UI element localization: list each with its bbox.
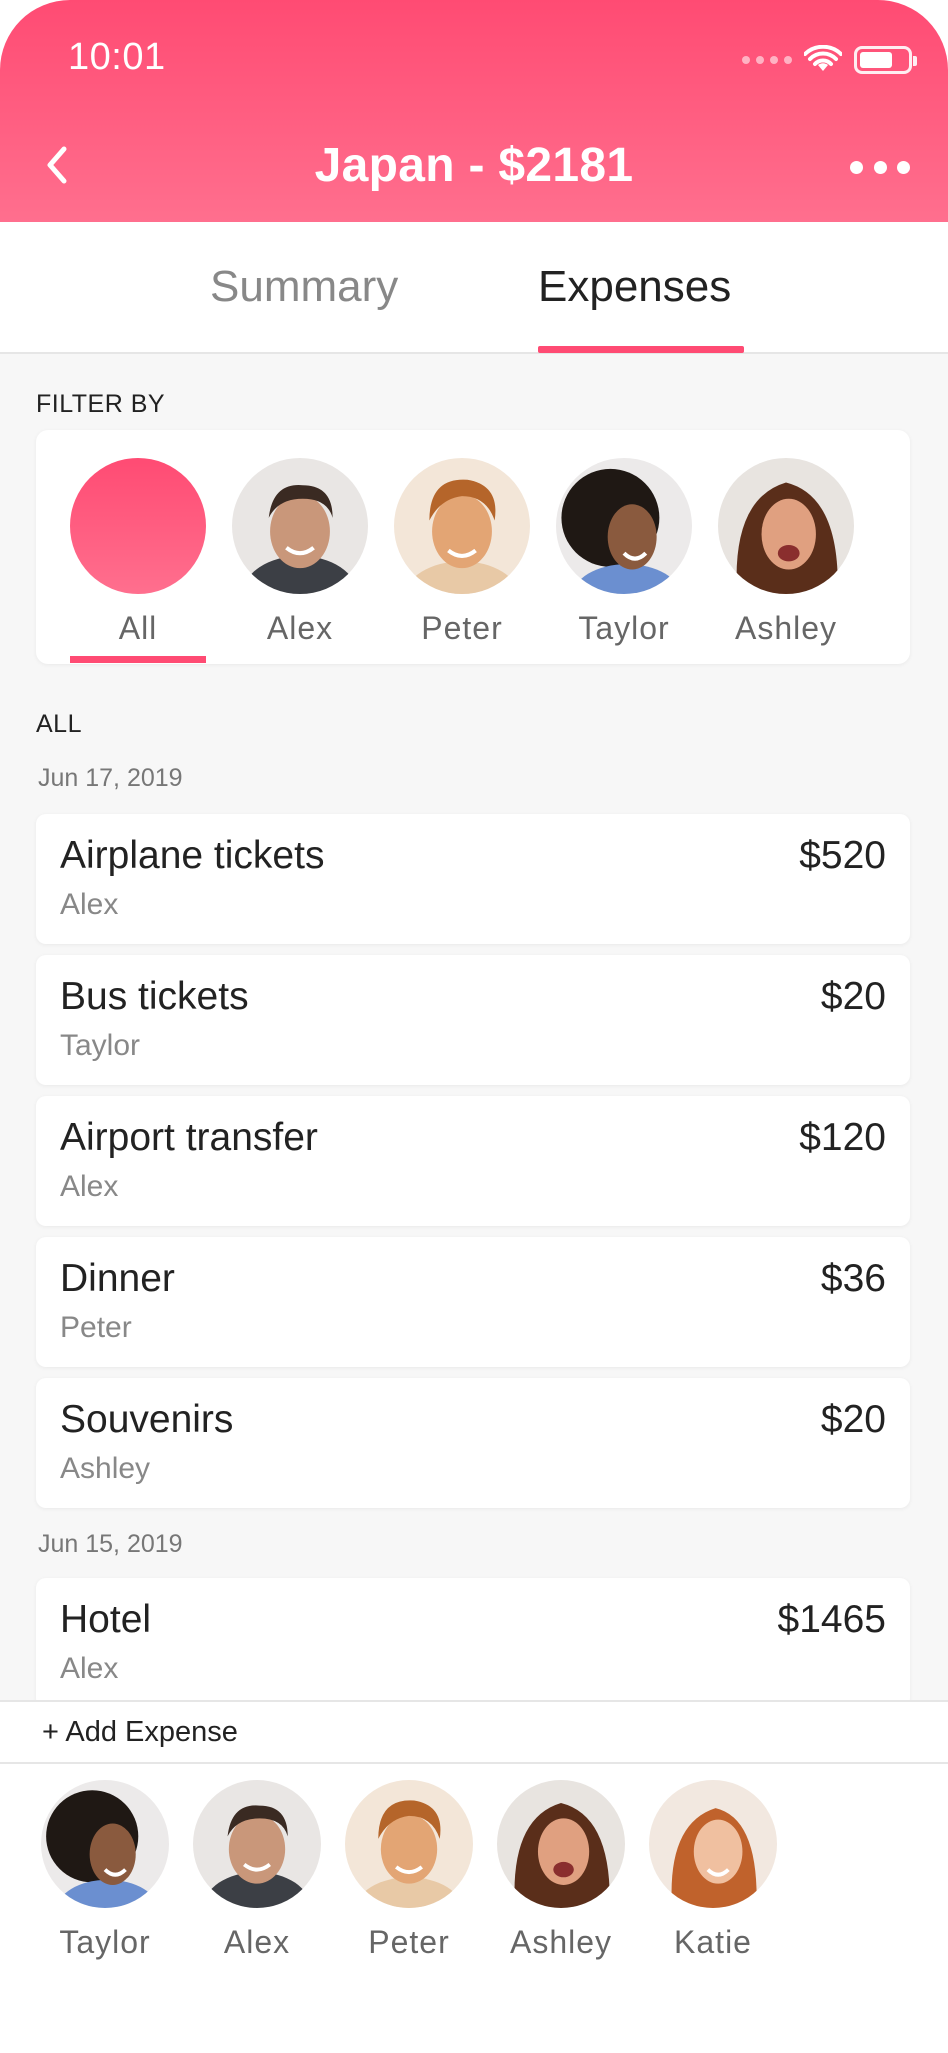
avatar bbox=[394, 458, 530, 594]
avatar bbox=[41, 1780, 169, 1908]
person-taylor[interactable]: Taylor bbox=[35, 1780, 175, 1961]
expense-amount: $20 bbox=[820, 1398, 886, 1441]
filter-peter[interactable]: Peter bbox=[392, 458, 532, 647]
filter-card: All Alex Peter Taylor Ashley bbox=[36, 430, 910, 664]
expense-amount: $36 bbox=[820, 1257, 886, 1300]
expense-amount: $1465 bbox=[777, 1598, 886, 1641]
people-picker: Taylor Alex Peter Ashley Katie bbox=[0, 1764, 948, 2053]
expense-title: Dinner bbox=[60, 1257, 175, 1300]
expense-row[interactable]: Airport transfer Alex $120 bbox=[36, 1096, 910, 1226]
expense-title: Airport transfer bbox=[60, 1116, 318, 1159]
expense-row[interactable]: Souvenirs Ashley $20 bbox=[36, 1378, 910, 1508]
filter-all[interactable]: All bbox=[68, 458, 208, 647]
expense-person: Alex bbox=[60, 1652, 119, 1685]
avatar bbox=[232, 458, 368, 594]
active-tab-indicator bbox=[538, 346, 744, 353]
page-title: Japan - $2181 bbox=[314, 139, 634, 192]
add-expense-bar: + Add Expense bbox=[0, 1700, 948, 1764]
expense-person: Taylor bbox=[60, 1029, 141, 1062]
person-name: Alex bbox=[223, 1924, 291, 1960]
person-alex[interactable]: Alex bbox=[187, 1780, 327, 1961]
avatar bbox=[649, 1780, 777, 1908]
add-expense-button[interactable]: + Add Expense bbox=[42, 1716, 238, 1749]
filter-person-name: Ashley bbox=[734, 610, 838, 646]
avatar bbox=[497, 1780, 625, 1908]
signal-icon bbox=[742, 56, 792, 64]
expense-row[interactable]: Dinner Peter $36 bbox=[36, 1237, 910, 1367]
expense-person: Alex bbox=[60, 888, 119, 921]
phone-screen: 10:01 Japan - $2181 Summary Expenses FIL… bbox=[0, 0, 948, 2053]
person-peter[interactable]: Peter bbox=[339, 1780, 479, 1961]
avatar bbox=[556, 458, 692, 594]
expense-person: Ashley bbox=[60, 1452, 151, 1485]
filter-person-name: Taylor bbox=[578, 610, 670, 646]
expense-person: Alex bbox=[60, 1170, 119, 1203]
filter-selected-indicator bbox=[70, 656, 206, 663]
person-name: Peter bbox=[368, 1924, 450, 1960]
filter-taylor[interactable]: Taylor bbox=[554, 458, 694, 647]
expense-title: Hotel bbox=[60, 1598, 152, 1641]
expense-amount: $20 bbox=[820, 975, 886, 1018]
date-header: Jun 17, 2019 bbox=[38, 764, 183, 792]
filter-person-name: Alex bbox=[266, 610, 334, 646]
avatar bbox=[193, 1780, 321, 1908]
avatar bbox=[718, 458, 854, 594]
person-name: Katie bbox=[674, 1924, 752, 1960]
filter-person-name: Peter bbox=[421, 610, 503, 646]
app-header: 10:01 Japan - $2181 bbox=[0, 0, 948, 222]
expenses-content: FILTER BY All Alex Peter Taylor Ashley A… bbox=[0, 354, 948, 1708]
expense-row[interactable]: Bus tickets Taylor $20 bbox=[36, 955, 910, 1085]
wifi-icon bbox=[804, 45, 842, 71]
avatar bbox=[345, 1780, 473, 1908]
expense-title: Bus tickets bbox=[60, 975, 249, 1018]
person-name: Taylor bbox=[59, 1924, 151, 1960]
person-ashley[interactable]: Ashley bbox=[491, 1780, 631, 1961]
filter-ashley[interactable]: Ashley bbox=[716, 458, 856, 647]
filter-person-name: All bbox=[118, 610, 158, 646]
filter-alex[interactable]: Alex bbox=[230, 458, 370, 647]
more-options-button[interactable] bbox=[850, 152, 910, 182]
avatar-all bbox=[70, 458, 206, 594]
more-dot-icon bbox=[897, 160, 910, 174]
more-dot-icon bbox=[850, 160, 863, 174]
status-time: 10:01 bbox=[68, 36, 166, 78]
person-katie[interactable]: Katie bbox=[643, 1780, 783, 1961]
tab-expenses[interactable]: Expenses bbox=[538, 262, 731, 312]
more-dot-icon bbox=[873, 160, 887, 174]
tab-bar: Summary Expenses bbox=[0, 222, 948, 354]
expense-row[interactable]: Airplane tickets Alex $520 bbox=[36, 814, 910, 944]
expense-title: Airplane tickets bbox=[60, 834, 325, 877]
filter-label: FILTER BY bbox=[36, 390, 166, 418]
expense-amount: $120 bbox=[799, 1116, 886, 1159]
person-name: Ashley bbox=[509, 1924, 613, 1960]
expense-title: Souvenirs bbox=[60, 1398, 234, 1441]
status-icons bbox=[742, 40, 917, 80]
battery-icon bbox=[854, 46, 917, 74]
expense-row[interactable]: Hotel Alex $1465 bbox=[36, 1578, 910, 1708]
tab-summary[interactable]: Summary bbox=[210, 262, 398, 312]
expense-person: Peter bbox=[60, 1311, 132, 1344]
expense-amount: $520 bbox=[799, 834, 886, 877]
list-label: ALL bbox=[36, 710, 82, 738]
date-header: Jun 15, 2019 bbox=[38, 1530, 183, 1558]
